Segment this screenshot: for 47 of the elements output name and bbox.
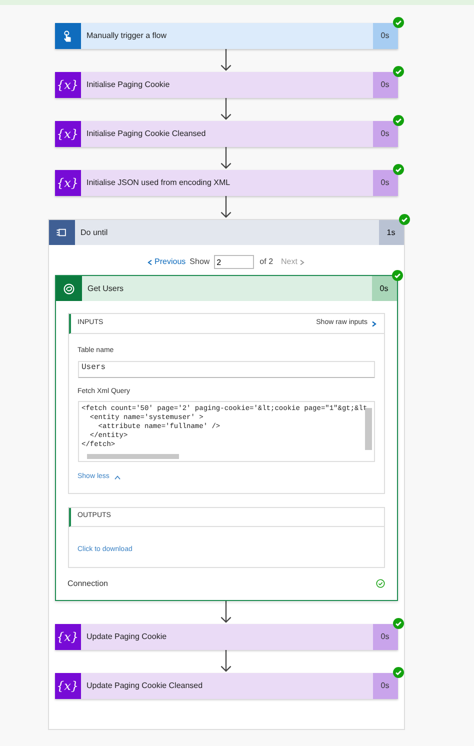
flow-step-card[interactable]: {x} Update Paging Cookie 0s: [54, 624, 398, 650]
down-arrow-icon: [220, 49, 232, 72]
action-title: Get Users: [86, 282, 125, 294]
chevron-up-icon: [114, 474, 122, 480]
variable-icon: {x}: [54, 170, 80, 196]
previous-link[interactable]: Previous: [146, 256, 186, 268]
down-arrow-icon: [220, 650, 232, 672]
page-count: of 2: [260, 256, 274, 268]
chevron-left-icon: [146, 258, 153, 266]
flow-step-card[interactable]: Manually trigger a flow 0s: [54, 23, 398, 49]
action-header[interactable]: Get Users 0s: [56, 276, 396, 301]
step-duration: 0s: [372, 121, 398, 147]
connection-label: Connection: [68, 578, 108, 590]
variable-icon: {x}: [54, 121, 80, 147]
down-arrow-icon: [220, 196, 232, 219]
loop-title: Do until: [80, 226, 109, 238]
step-duration: 0s: [372, 72, 398, 98]
chevron-right-icon: [299, 258, 306, 266]
down-arrow-icon: [220, 600, 232, 624]
action-duration: 0s: [372, 276, 396, 301]
step-title: Manually trigger a flow: [86, 30, 168, 42]
step-title: Initialise Paging Cookie: [86, 79, 171, 91]
step-duration: 0s: [372, 170, 398, 196]
show-label: Show: [190, 256, 210, 268]
variable-icon: {x}: [54, 672, 80, 698]
flow-step-card[interactable]: {x} Initialise Paging Cookie 0s: [54, 72, 398, 98]
step-duration: 0s: [372, 672, 398, 698]
hand-touch-icon: [54, 23, 80, 49]
down-arrow-icon: [220, 98, 232, 121]
field-value: Users: [78, 360, 374, 378]
step-title: Initialise Paging Cookie Cleansed: [86, 128, 207, 140]
step-title: Update Paging Cookie: [86, 630, 168, 642]
step-duration: 0s: [372, 624, 398, 650]
flow-step-card[interactable]: {x} Initialise Paging Cookie Cleansed 0s: [54, 121, 398, 147]
flow-step-card[interactable]: {x} Update Paging Cookie Cleansed 0s: [54, 672, 398, 698]
flow-step-card[interactable]: {x} Initialise JSON used from encoding XML 0s: [54, 170, 398, 196]
variable-icon: {x}: [54, 72, 80, 98]
loop-header[interactable]: Do until 1s: [48, 220, 404, 245]
step-title: Initialise JSON used from encoding XML: [86, 177, 232, 189]
loop-duration: 1s: [378, 220, 404, 245]
down-arrow-icon: [220, 147, 232, 170]
variable-icon: {x}: [54, 624, 80, 650]
vertical-scrollbar: [364, 408, 372, 450]
step-title: Update Paging Cookie Cleansed: [86, 680, 204, 692]
page-number-field[interactable]: 2: [214, 255, 254, 269]
step-duration: 0s: [372, 23, 398, 49]
chevron-right-icon: [370, 320, 376, 328]
